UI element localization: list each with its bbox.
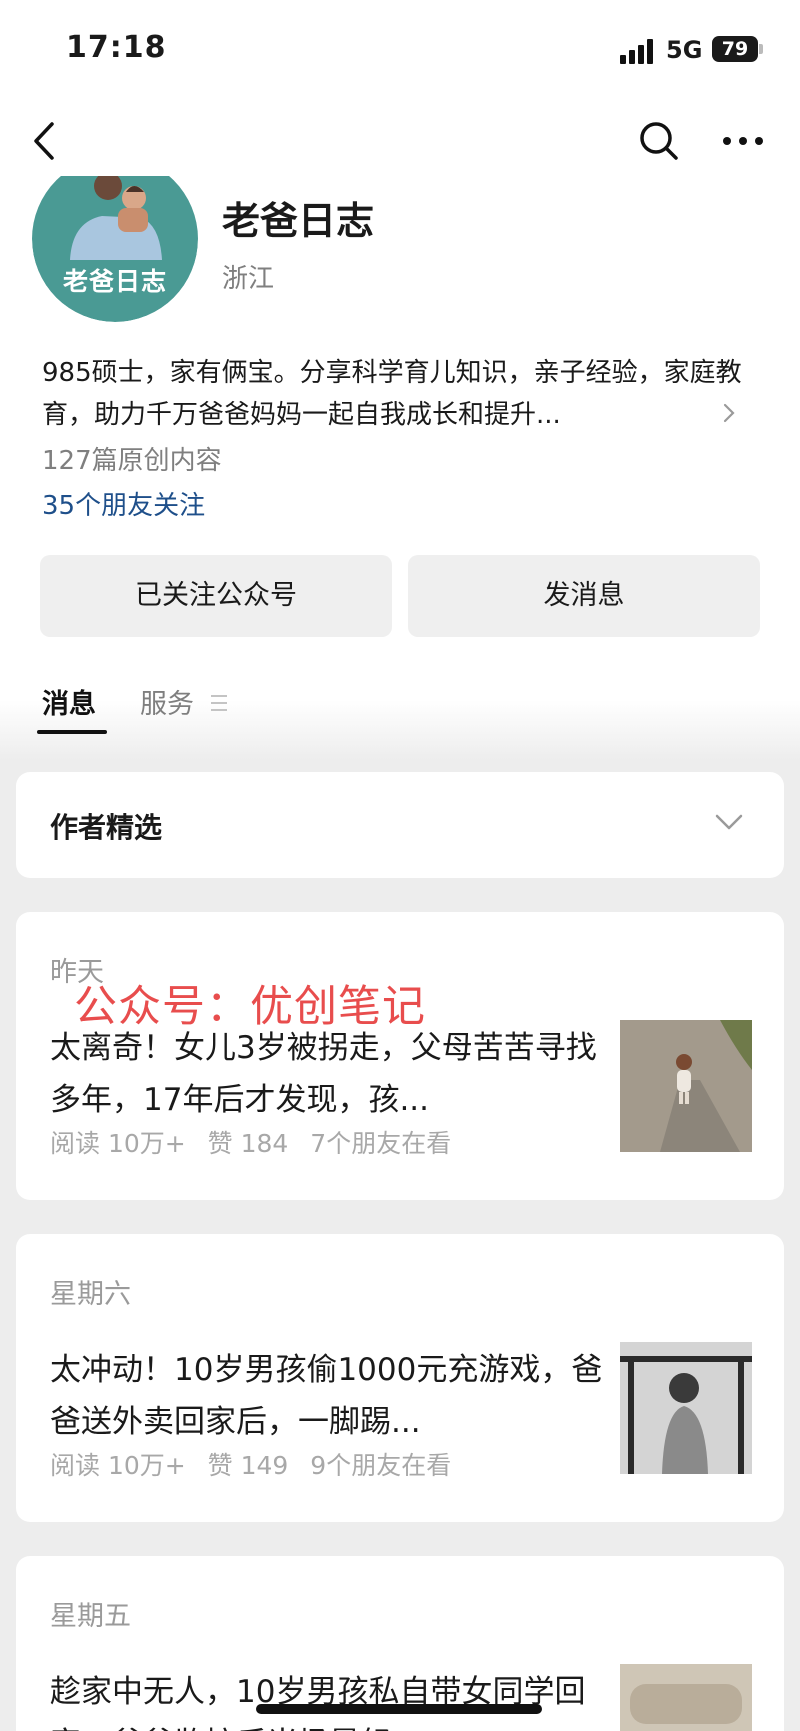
more-dots-icon	[723, 137, 763, 145]
chevron-right-icon[interactable]	[720, 400, 738, 426]
article-thumbnail	[620, 1664, 752, 1731]
chevron-left-icon	[34, 122, 54, 160]
more-button[interactable]	[718, 118, 768, 164]
tab-messages[interactable]: 消息	[42, 682, 96, 721]
article-date: 星期五	[50, 1601, 131, 1632]
article-likes: 赞 184	[207, 1129, 289, 1158]
article-reads: 阅读 10万+	[50, 1129, 186, 1158]
tab-services[interactable]: 服务	[140, 682, 194, 721]
search-button[interactable]	[636, 118, 682, 164]
status-bar: 17:18 5G 79	[0, 0, 800, 100]
article-card[interactable]: 星期六 太冲动！10岁男孩偷1000元充游戏，爸爸送外卖回家后，一脚踢... 阅…	[16, 1234, 784, 1522]
article-title: 太离奇！女儿3岁被拐走，父母苦苦寻找多年，17年后才发现，孩...	[50, 1030, 597, 1118]
article-card[interactable]: 昨天 太离奇！女儿3岁被拐走，父母苦苦寻找多年，17年后才发现，孩... 阅读 …	[16, 912, 784, 1200]
article-thumbnail	[620, 1020, 752, 1152]
network-label: 5G	[666, 36, 703, 64]
article-meta: 阅读 10万+ 赞 184 7个朋友在看	[50, 1124, 465, 1160]
article-friends-watching: 7个朋友在看	[310, 1129, 452, 1158]
chevron-down-icon	[712, 810, 746, 834]
article-title: 太冲动！10岁男孩偷1000元充游戏，爸爸送外卖回家后，一脚踢...	[50, 1352, 603, 1440]
article-thumbnail	[620, 1342, 752, 1474]
original-articles-count: 127篇原创内容	[42, 446, 222, 476]
battery-tip	[759, 44, 763, 54]
search-icon	[640, 122, 678, 160]
article-date: 星期六	[50, 1279, 131, 1310]
avatar-label: 老爸日志	[62, 267, 167, 296]
battery-icon: 79	[712, 36, 758, 62]
back-button[interactable]	[26, 118, 66, 164]
signal-icon	[620, 38, 656, 64]
status-time: 17:18	[66, 30, 167, 65]
account-region: 浙江	[222, 264, 275, 294]
home-indicator	[256, 1704, 542, 1714]
article-friends-watching: 9个朋友在看	[310, 1451, 452, 1480]
article-meta: 阅读 10万+ 赞 149 9个朋友在看	[50, 1446, 465, 1482]
followed-button[interactable]: 已关注公众号	[40, 555, 392, 637]
author-picks-card[interactable]: 作者精选	[16, 772, 784, 878]
menu-lines-icon[interactable]	[210, 693, 228, 713]
send-message-button[interactable]: 发消息	[408, 555, 760, 637]
friends-following-link[interactable]: 35个朋友关注	[42, 485, 205, 522]
author-picks-title: 作者精选	[50, 811, 163, 844]
watermark-text: 公众号：优创笔记	[74, 982, 426, 1032]
account-name: 老爸日志	[222, 199, 375, 243]
article-likes: 赞 149	[207, 1451, 289, 1480]
article-title: 趁家中无人，10岁男孩私自带女同学回家，爸爸监控后当场暴怒	[50, 1674, 586, 1731]
active-tab-indicator	[37, 730, 107, 734]
article-reads: 阅读 10万+	[50, 1451, 186, 1480]
account-bio[interactable]: 985硕士，家有俩宝。分享科学育儿知识，亲子经验，家庭教育，助力千万爸爸妈妈一起…	[42, 352, 742, 436]
